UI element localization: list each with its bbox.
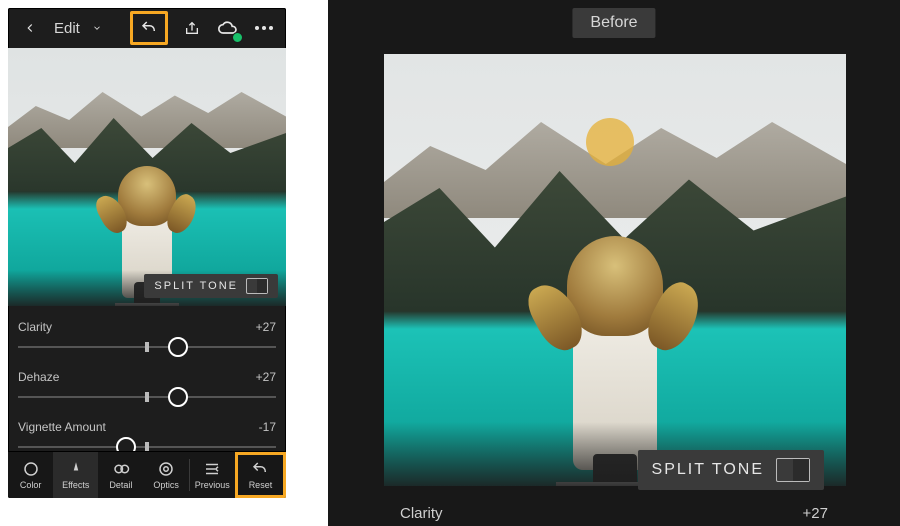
tab-label: Detail xyxy=(109,480,132,490)
slider-label: Clarity xyxy=(18,320,52,334)
before-label: Before xyxy=(590,14,637,31)
edit-label[interactable]: Edit xyxy=(54,20,80,37)
bottom-bar: Color Effects Detail Optics Previous R xyxy=(8,451,286,498)
slider-label: Clarity xyxy=(400,505,443,522)
slider-track[interactable] xyxy=(18,340,276,354)
tab-label: Effects xyxy=(62,480,89,490)
share-button[interactable] xyxy=(180,16,204,40)
slider-clarity[interactable]: Clarity +27 xyxy=(400,505,828,522)
split-tone-icon xyxy=(246,278,268,294)
effects-icon xyxy=(67,460,85,478)
slider-track[interactable] xyxy=(18,390,276,404)
split-tone-label: SPLIT TONE xyxy=(154,280,238,292)
tab-effects[interactable]: Effects xyxy=(53,452,98,498)
chevron-down-icon xyxy=(92,23,102,33)
slider-value: +27 xyxy=(256,320,276,334)
tab-label: Color xyxy=(20,480,42,490)
detail-icon xyxy=(112,460,130,478)
slider-dehaze[interactable]: Dehaze +27 xyxy=(18,364,276,414)
tab-color[interactable]: Color xyxy=(8,452,53,498)
more-button[interactable] xyxy=(252,16,276,40)
optics-icon xyxy=(157,460,175,478)
slider-value: -17 xyxy=(259,420,276,434)
back-button[interactable] xyxy=(18,16,42,40)
preview-panel: Before SPLIT TONE Clarity +27 xyxy=(328,0,900,526)
tab-reset[interactable]: Reset xyxy=(235,452,286,498)
split-tone-label: SPLIT TONE xyxy=(652,461,764,479)
color-icon xyxy=(22,460,40,478)
slider-label: Dehaze xyxy=(18,370,59,384)
split-tone-icon xyxy=(776,458,810,482)
slider-value: +27 xyxy=(256,370,276,384)
phone-panel: Edit xyxy=(8,8,286,498)
split-tone-button[interactable]: SPLIT TONE xyxy=(638,450,824,490)
tab-label: Optics xyxy=(153,480,179,490)
slider-label: Vignette Amount xyxy=(18,420,106,434)
tab-detail[interactable]: Detail xyxy=(98,452,143,498)
tab-previous[interactable]: Previous xyxy=(190,452,235,498)
cloud-sync-icon[interactable] xyxy=(216,16,240,40)
tab-label: Previous xyxy=(195,480,230,490)
slider-value: +27 xyxy=(803,505,828,522)
reset-icon xyxy=(251,460,269,478)
tab-optics[interactable]: Optics xyxy=(144,452,189,498)
previous-icon xyxy=(203,460,221,478)
photo-preview[interactable] xyxy=(8,48,286,306)
touch-indicator-icon xyxy=(586,118,634,166)
slider-clarity[interactable]: Clarity +27 xyxy=(18,314,276,364)
undo-button[interactable] xyxy=(130,11,168,45)
before-badge: Before xyxy=(572,8,655,38)
tab-label: Reset xyxy=(249,480,273,490)
top-bar: Edit xyxy=(8,8,286,48)
split-tone-button[interactable]: SPLIT TONE xyxy=(144,274,278,298)
